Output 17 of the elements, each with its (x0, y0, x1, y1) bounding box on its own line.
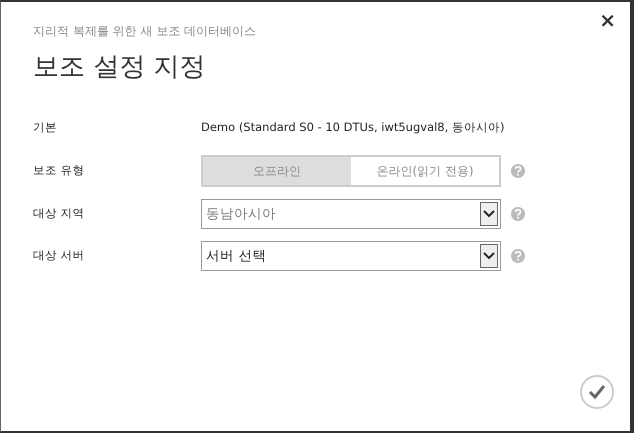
dropdown-caret-icon (480, 244, 498, 268)
field-value: Demo (Standard S0 - 10 DTUs, iwt5ugval8, 동아시아) (201, 119, 504, 136)
checkmark-icon (588, 384, 606, 400)
field-label: 대상 지역 (33, 205, 86, 222)
help-icon[interactable] (511, 249, 525, 263)
dropdown[interactable]: 서버 선택 (201, 241, 501, 271)
dialog-subtitle: 지리적 복제를 위한 새 보조 데이터베이스 (33, 23, 256, 40)
help-icon[interactable] (511, 164, 525, 178)
dialog-title: 보조 설정 지정 (33, 51, 206, 84)
close-button[interactable]: × (599, 10, 616, 30)
confirm-button[interactable] (580, 375, 614, 409)
dropdown-value: 서버 선택 (206, 246, 266, 266)
field-label: 대상 서버 (33, 247, 86, 264)
field-label: 보조 유형 (33, 162, 86, 180)
dropdown-value: 동남아시아 (206, 204, 276, 224)
field-label: 기본 (33, 119, 58, 136)
dropdown-caret-icon (480, 202, 498, 226)
